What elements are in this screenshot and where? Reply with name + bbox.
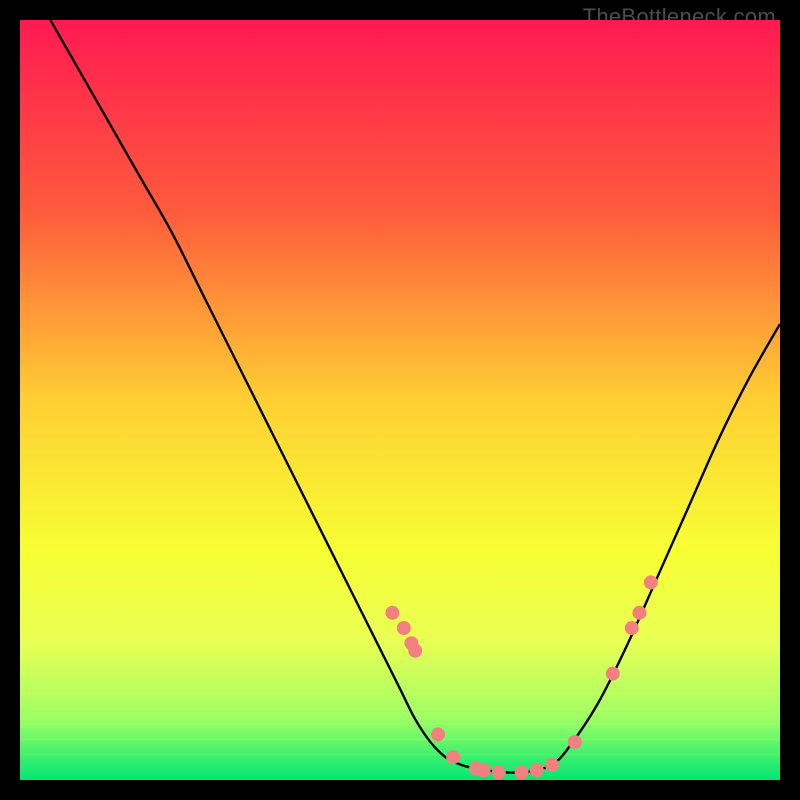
data-point [625,621,639,635]
band-line [20,769,780,771]
band-line [20,723,780,725]
data-point [408,644,422,658]
data-point [632,606,646,620]
data-point [385,606,399,620]
data-point [431,727,445,741]
data-point [397,621,411,635]
bottleneck-chart [20,20,780,780]
band-line [20,651,780,653]
data-point [477,763,491,777]
band-line [20,674,780,676]
data-point [644,575,658,589]
gradient-background [20,20,780,780]
plot-frame [20,20,780,780]
band-line [20,693,780,695]
data-point [606,667,620,681]
data-point [446,750,460,764]
data-point [568,735,582,749]
band-line [20,708,780,710]
band-line [20,738,780,740]
band-line [20,753,780,755]
data-point [492,765,506,779]
data-point [515,765,529,779]
data-point [530,763,544,777]
data-point [545,758,559,772]
